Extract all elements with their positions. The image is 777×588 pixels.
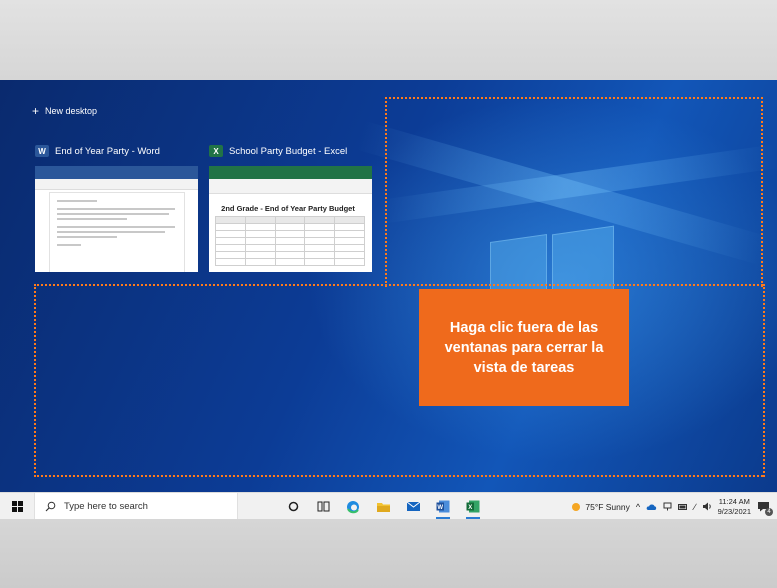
window-title: School Party Budget - Excel [229,145,348,157]
doc-text-line [57,213,169,215]
show-hidden-icons-chevron-icon[interactable]: ^ [636,502,640,512]
excel-taskbar-button[interactable]: X [458,493,488,520]
click-area-highlight [760,284,765,477]
weather-text: 75°F Sunny [585,501,630,512]
start-button[interactable] [0,493,34,520]
mail-button[interactable] [398,493,428,520]
slide-top-band [0,0,777,80]
search-icon [45,501,56,512]
file-explorer-button[interactable] [368,493,398,520]
doc-text-line [57,218,127,220]
doc-text-line [57,208,175,210]
word-ribbon [35,166,198,179]
window-title-bar: X School Party Budget - Excel [209,144,372,158]
taskbar: Type here to search W X 75°F Sunny ^ ∕ 1… [0,492,777,520]
window-title-bar: W End of Year Party - Word [35,144,198,158]
excel-icon: X [466,500,480,513]
svg-text:X: X [468,505,472,511]
excel-toolbar [209,179,372,194]
search-placeholder: Type here to search [64,501,148,512]
doc-text-line [57,244,81,246]
doc-text-line [57,200,97,202]
excel-window-preview: 2nd Grade - End of Year Party Budget [209,166,372,272]
battery-icon[interactable] [678,503,688,511]
onedrive-cloud-icon[interactable] [646,503,657,511]
excel-app-icon: X [209,145,223,157]
slide-bottom-band [0,519,777,588]
spreadsheet-grid [215,216,365,266]
svg-text:W: W [437,505,443,511]
edge-button[interactable] [338,493,368,520]
window-thumbnail-excel[interactable]: X School Party Budget - Excel 2nd Grade … [209,144,372,272]
new-desktop-label: New desktop [45,106,98,116]
click-area-highlight [34,284,763,477]
cortana-button[interactable] [278,493,308,520]
taskbar-clock[interactable]: 11:24 AM 9/23/2021 [718,497,751,517]
clock-time: 11:24 AM [718,496,750,506]
instruction-callout: Haga clic fuera de las ventanas para cer… [419,289,629,406]
word-icon: W [436,500,450,513]
system-tray: 75°F Sunny ^ ∕ 11:24 AM 9/23/2021 4 [571,493,777,520]
network-icon[interactable] [663,502,672,511]
window-title: End of Year Party - Word [55,145,160,157]
excel-ribbon [209,166,372,179]
folder-icon [376,502,390,512]
spreadsheet-heading: 2nd Grade - End of Year Party Budget [221,204,355,213]
task-view-button[interactable] [308,493,338,520]
sun-icon [572,502,581,511]
edge-browser-icon [347,500,359,513]
word-window-preview [35,166,198,272]
word-taskbar-button[interactable]: W [428,493,458,520]
plus-icon: + [32,104,40,118]
clock-date: 9/23/2021 [717,506,751,516]
click-area-highlight [385,97,763,287]
task-view-icon [317,501,329,512]
mail-icon [406,501,420,511]
doc-text-line [57,231,165,233]
word-app-icon: W [35,145,49,157]
pen-ink-icon[interactable]: ∕ [694,502,696,512]
notification-count-badge: 4 [765,507,773,516]
windows-logo-icon [11,501,23,512]
weather-widget[interactable]: 75°F Sunny [571,502,630,512]
search-input[interactable]: Type here to search [34,493,238,520]
doc-text-line [57,226,175,228]
doc-text-line [57,236,117,238]
volume-icon[interactable] [702,502,712,511]
word-toolbar [35,179,198,190]
new-desktop-button[interactable]: + New desktop [32,104,98,118]
desktop-task-view[interactable]: + New desktop W End of Year Party - Word… [0,80,777,492]
cortana-icon [288,501,298,512]
window-thumbnail-word[interactable]: W End of Year Party - Word [35,144,198,272]
notification-center-button[interactable]: 4 [757,501,773,516]
